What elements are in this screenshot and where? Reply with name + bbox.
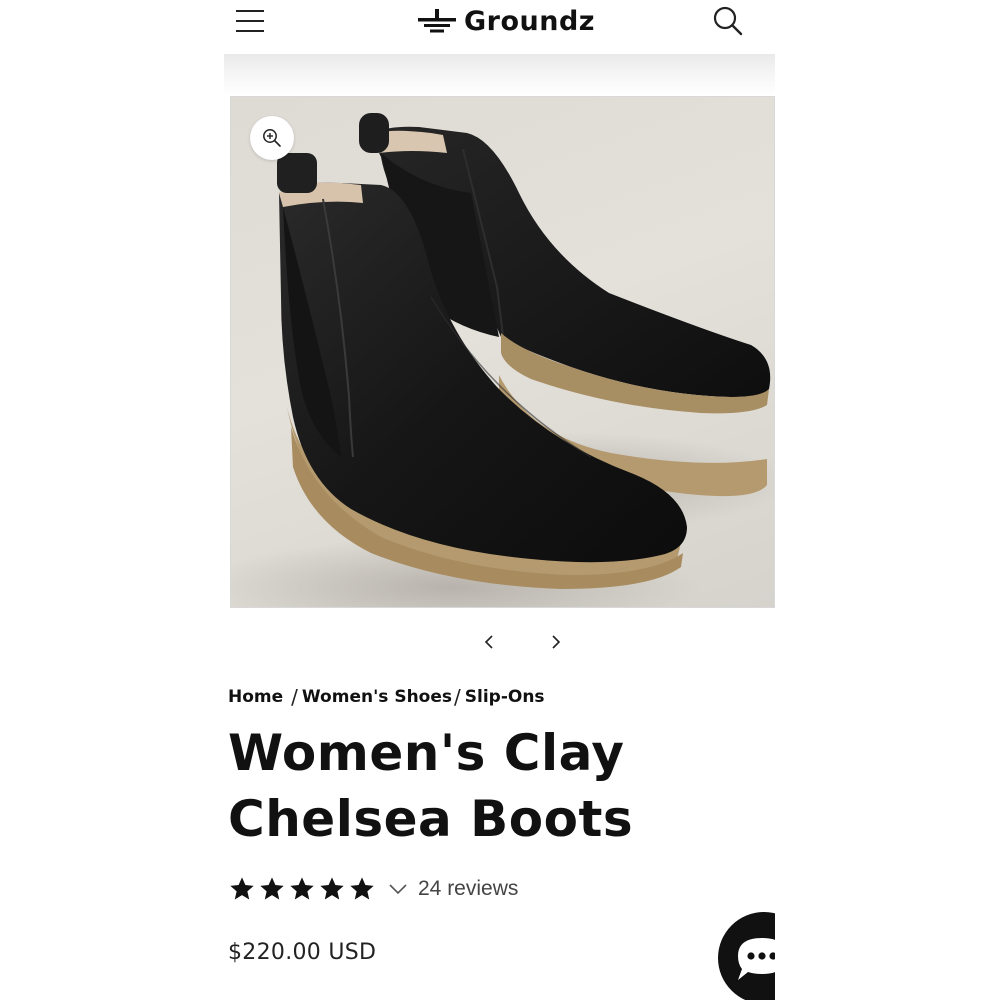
chelsea-boots-photo bbox=[231, 113, 774, 607]
site-header: Groundz bbox=[224, 0, 775, 54]
chat-button[interactable] bbox=[718, 912, 775, 1000]
search-icon bbox=[713, 6, 743, 36]
star-rating bbox=[228, 875, 376, 903]
breadcrumb-separator: / bbox=[291, 685, 298, 709]
star-icon bbox=[320, 877, 344, 900]
breadcrumb-slip-ons[interactable]: Slip-Ons bbox=[465, 687, 545, 707]
reviews-count-link[interactable]: 24 reviews bbox=[418, 877, 518, 901]
hamburger-line bbox=[236, 30, 264, 32]
search-button[interactable] bbox=[712, 4, 746, 38]
breadcrumb-home[interactable]: Home bbox=[228, 687, 283, 707]
image-slider-nav bbox=[224, 626, 775, 658]
breadcrumb-separator: / bbox=[454, 685, 461, 709]
hamburger-menu-icon bbox=[236, 10, 264, 12]
product-image[interactable] bbox=[230, 96, 775, 608]
breadcrumb-womens-shoes[interactable]: Women's Shoes bbox=[302, 687, 452, 707]
menu-button[interactable] bbox=[234, 6, 266, 38]
chat-bubble-icon bbox=[738, 938, 775, 980]
logo-text: Groundz bbox=[464, 5, 596, 37]
hamburger-line bbox=[236, 20, 264, 22]
chevron-right-icon bbox=[552, 635, 561, 649]
next-image-button[interactable] bbox=[539, 626, 571, 658]
rating-summary[interactable]: 24 reviews bbox=[228, 872, 518, 906]
previous-image-button[interactable] bbox=[474, 626, 506, 658]
logo[interactable]: Groundz bbox=[418, 4, 595, 38]
zoom-button[interactable] bbox=[250, 116, 294, 160]
header-divider bbox=[224, 54, 775, 96]
product-page: Groundz Home / Women's Shoes / Slip-Ons … bbox=[224, 0, 775, 1000]
breadcrumb: Home / Women's Shoes / Slip-Ons bbox=[228, 684, 545, 710]
star-icon bbox=[350, 877, 374, 900]
star-icon bbox=[260, 877, 284, 900]
chevron-left-icon bbox=[484, 635, 493, 649]
chevron-down-icon bbox=[389, 884, 407, 895]
product-title: Women's Clay Chelsea Boots bbox=[228, 724, 634, 848]
star-icon bbox=[290, 877, 314, 900]
star-icon bbox=[230, 877, 254, 900]
ground-symbol-icon bbox=[418, 9, 456, 33]
zoom-in-icon bbox=[263, 129, 281, 147]
product-price: $220.00 USD bbox=[228, 940, 377, 965]
